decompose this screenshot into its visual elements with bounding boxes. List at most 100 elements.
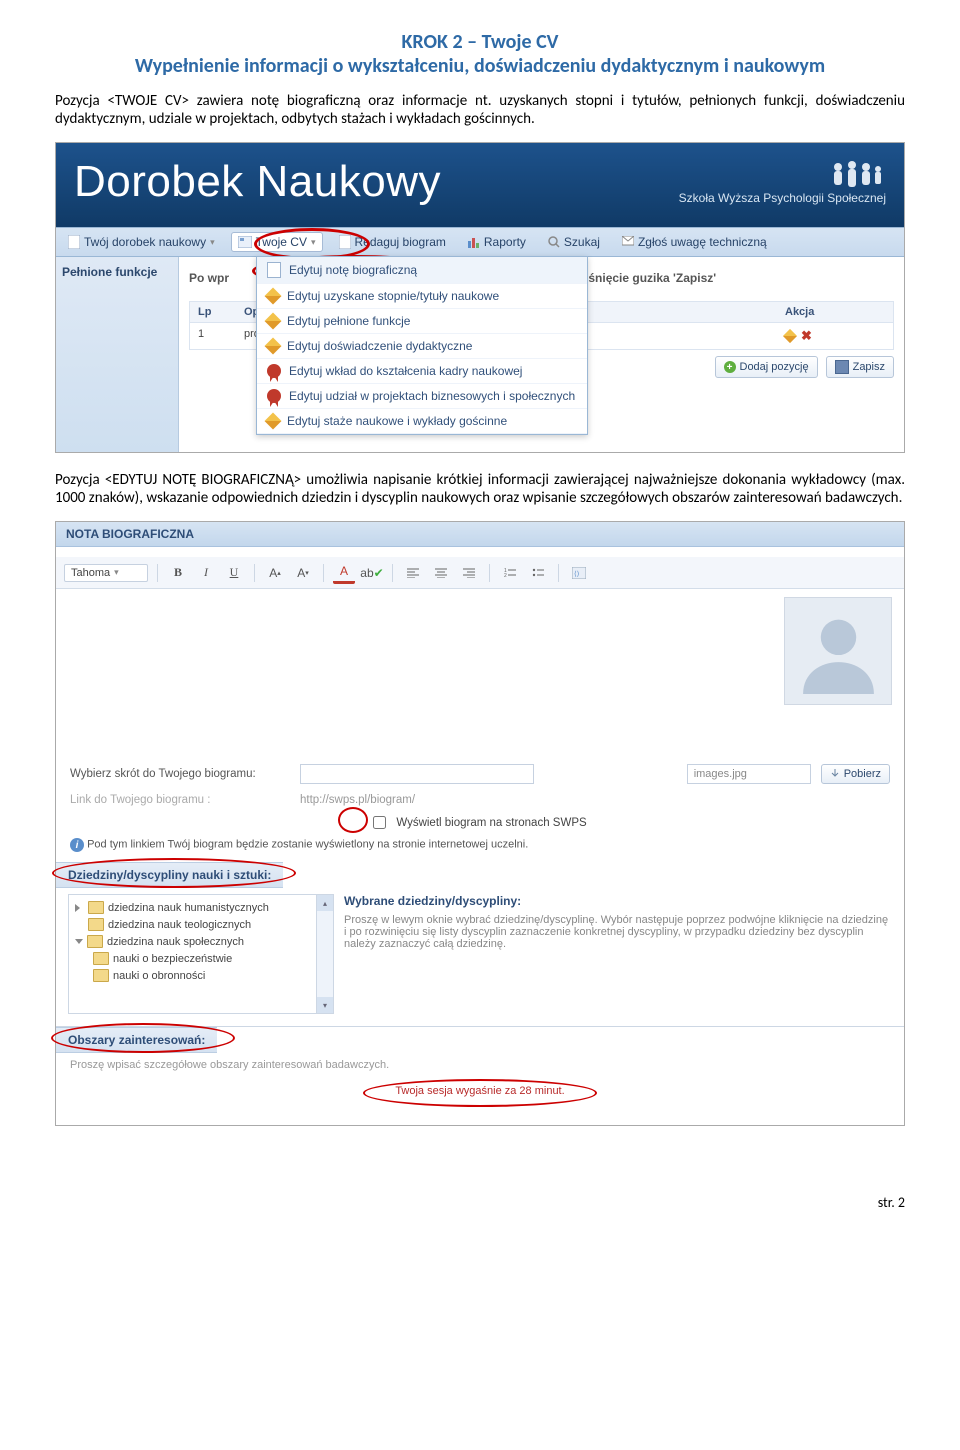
pencil-icon	[265, 338, 282, 355]
edit-icon[interactable]	[783, 329, 797, 343]
tree-node[interactable]: nauki o bezpieczeństwie	[71, 950, 331, 967]
scrollbar[interactable]: ▴ ▾	[316, 895, 333, 1013]
dd-edytuj-note[interactable]: Edytuj notę biograficzną	[257, 257, 587, 284]
chevron-down-icon: ▾	[210, 237, 215, 248]
link-value: http://swps.pl/biogram/	[300, 794, 415, 806]
fontsize-up-icon[interactable]: A▴	[264, 563, 286, 583]
intro-paragraph: Pozycja <TWOJE CV> zawiera notę biografi…	[55, 92, 905, 128]
tree-node[interactable]: nauki o obronności	[71, 967, 331, 984]
separator	[392, 564, 393, 582]
main-toolbar: Twój dorobek naukowy ▾ Twoje CV ▾ Redagu…	[56, 227, 904, 257]
expand-icon[interactable]	[75, 904, 84, 912]
align-center-icon[interactable]	[430, 563, 452, 583]
dd-label: Edytuj pełnione funkcje	[287, 314, 410, 328]
nav-dorobek[interactable]: Twój dorobek naukowy ▾	[62, 233, 221, 251]
tree-node[interactable]: dziedzina nauk społecznych	[71, 933, 331, 950]
help-text: Proszę w lewym oknie wybrać dziedzinę/dy…	[344, 914, 892, 950]
info-text: Pod tym linkiem Twój biogram będzie zost…	[87, 839, 528, 851]
col-lp: Lp	[190, 302, 236, 322]
download-button[interactable]: Pobierz	[821, 764, 890, 784]
align-right-icon[interactable]	[458, 563, 480, 583]
dd-label: Edytuj uzyskane stopnie/tytuły naukowe	[287, 289, 499, 303]
app-header: Dorobek Naukowy Szkoła Wyższa Psychologi…	[56, 143, 904, 227]
nav-zglos-label: Zgłoś uwagę techniczną	[638, 235, 767, 249]
dd-stopnie[interactable]: Edytuj uzyskane stopnie/tytuły naukowe	[257, 284, 587, 309]
scroll-up[interactable]: ▴	[317, 895, 333, 911]
delete-icon[interactable]: ✖	[801, 328, 812, 344]
info-note: i Pod tym linkiem Twój biogram będzie zo…	[56, 834, 904, 862]
nav-szukaj[interactable]: Szukaj	[542, 233, 606, 251]
instruction-right: wciśnięcie guzika 'Zapisz'	[569, 271, 716, 285]
school-name: Szkoła Wyższa Psychologii Społecznej	[679, 191, 886, 205]
separator	[157, 564, 158, 582]
dd-projekty[interactable]: Edytuj udział w projektach biznesowych i…	[257, 384, 587, 409]
dd-label: Edytuj doświadczenie dydaktyczne	[287, 339, 472, 353]
collapse-icon[interactable]	[75, 939, 83, 944]
italic-icon[interactable]: I	[195, 563, 217, 583]
wysiwyg-editor[interactable]	[56, 589, 904, 759]
fontsize-down-icon[interactable]: A▾	[292, 563, 314, 583]
app-screenshot-1: Dorobek Naukowy Szkoła Wyższa Psychologi…	[55, 142, 905, 453]
nav-zglos[interactable]: Zgłoś uwagę techniczną	[616, 233, 773, 251]
rosette-icon	[267, 389, 281, 403]
nav-redaguj[interactable]: Redaguj biogram	[333, 233, 452, 251]
dd-kadra[interactable]: Edytuj wkład do kształcenia kadry naukow…	[257, 359, 587, 384]
tree-node[interactable]: dziedzina nauk humanistycznych	[71, 899, 331, 916]
ol-icon[interactable]: 12	[499, 563, 521, 583]
heading-sub: Wypełnienie informacji o wykształceniu, …	[55, 54, 905, 78]
font-select-value: Tahoma	[71, 567, 110, 579]
dd-label: Edytuj notę biograficzną	[289, 263, 417, 277]
nav-redaguj-label: Redaguj biogram	[355, 235, 446, 249]
ul-icon[interactable]	[527, 563, 549, 583]
dd-label: Edytuj staże naukowe i wykłady gościnne	[287, 414, 507, 428]
svg-text:⟨⟩: ⟨⟩	[574, 570, 580, 578]
interests-placeholder[interactable]: Proszę wpisać szczegółowe obszary zainte…	[70, 1059, 389, 1071]
scroll-down[interactable]: ▾	[317, 997, 333, 1013]
nav-twoje-cv[interactable]: Twoje CV ▾	[231, 232, 323, 252]
interests-header: Obszary zainteresowań:	[56, 1027, 217, 1053]
wysiwyg-toolbar: Tahoma ▾ B I U A▴ A▾ A ab✔ 12 ⟨⟩	[56, 557, 904, 589]
rosette-icon	[267, 364, 281, 378]
save-button[interactable]: Zapisz	[826, 356, 894, 378]
bold-icon[interactable]: B	[167, 563, 189, 583]
source-icon[interactable]: ⟨⟩	[568, 563, 590, 583]
underline-icon[interactable]: U	[223, 563, 245, 583]
folder-icon	[88, 918, 104, 931]
svg-text:2: 2	[504, 573, 507, 578]
dd-label: Edytuj wkład do kształcenia kadry naukow…	[289, 364, 522, 378]
instruction-left: Po wpr	[189, 271, 229, 285]
lbl-shortcut: Wybierz skrót do Twojego biogramu:	[70, 768, 290, 780]
font-color-icon[interactable]: A	[333, 561, 355, 584]
nav-raporty-label: Raporty	[484, 235, 526, 249]
pencil-icon	[265, 413, 282, 430]
add-button[interactable]: + Dodaj pozycję	[715, 356, 818, 378]
publish-checkbox[interactable]	[373, 816, 386, 829]
chevron-down-icon: ▾	[114, 567, 119, 578]
align-left-icon[interactable]	[402, 563, 424, 583]
col-akcja: Akcja	[777, 302, 893, 322]
dd-dydaktyczne[interactable]: Edytuj doświadczenie dydaktyczne	[257, 334, 587, 359]
app-title: Dorobek Naukowy	[74, 157, 441, 207]
discipline-tree[interactable]: dziedzina nauk humanistycznych dziedzina…	[68, 894, 334, 1014]
highlight-icon[interactable]: ab✔	[361, 563, 383, 583]
dd-funkcje[interactable]: Edytuj pełnione funkcje	[257, 309, 587, 334]
shortcut-input[interactable]	[300, 764, 534, 784]
folder-icon	[93, 969, 109, 982]
node-label: nauki o obronności	[113, 970, 205, 982]
nav-raporty[interactable]: Raporty	[462, 233, 532, 251]
separator	[558, 564, 559, 582]
font-select[interactable]: Tahoma ▾	[64, 564, 148, 582]
page-footer: str. 2	[0, 1146, 960, 1229]
tree-node[interactable]: dziedzina nauk teologicznych	[71, 916, 331, 933]
side-panel-header: Pełnione funkcje	[56, 257, 179, 452]
paragraph-2: Pozycja <EDYTUJ NOTĘ BIOGRAFICZNĄ> umożl…	[55, 471, 905, 507]
folder-icon	[93, 952, 109, 965]
dd-staze[interactable]: Edytuj staże naukowe i wykłady gościnne	[257, 409, 587, 434]
plus-icon: +	[724, 361, 736, 373]
folder-icon	[87, 935, 103, 948]
nav-twoje-cv-label: Twoje CV	[256, 235, 307, 249]
node-label: dziedzina nauk humanistycznych	[108, 902, 269, 914]
file-input[interactable]	[687, 764, 811, 784]
node-label: dziedzina nauk społecznych	[107, 936, 244, 948]
lbl-link: Link do Twojego biogramu :	[70, 794, 290, 806]
